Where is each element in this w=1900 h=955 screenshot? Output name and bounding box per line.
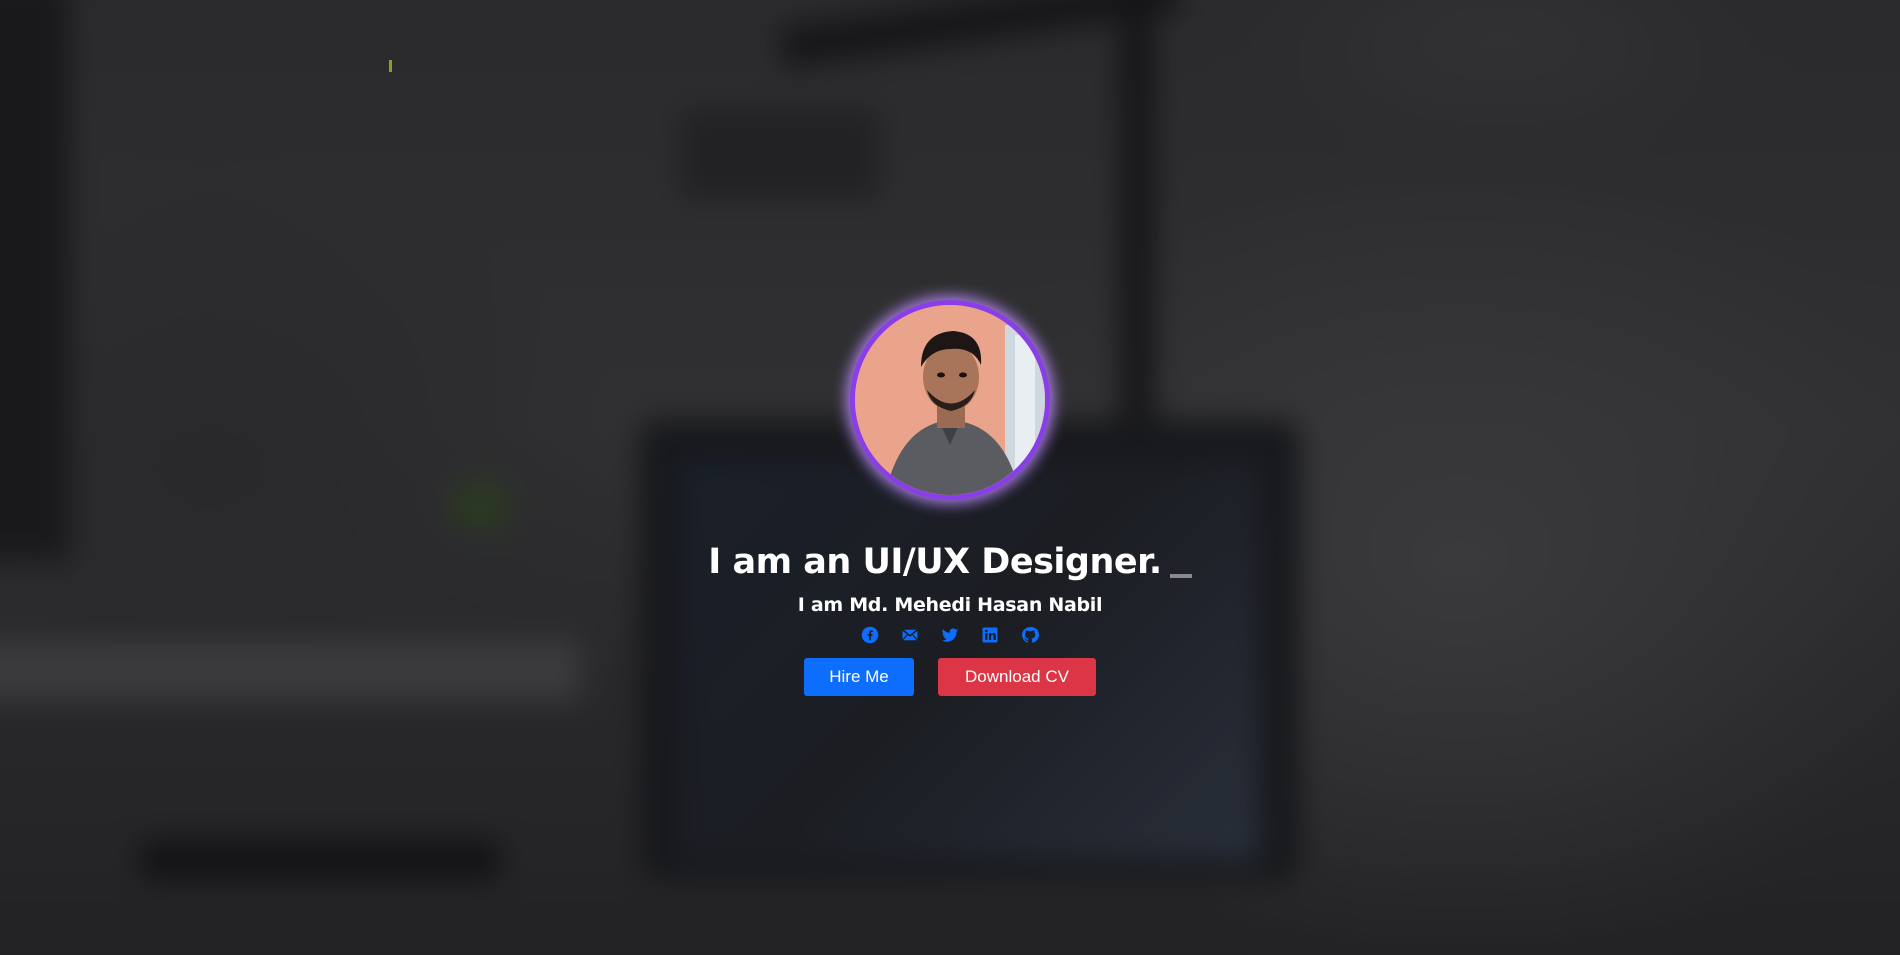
background-speck: [389, 60, 392, 72]
typing-cursor: [1169, 574, 1192, 578]
facebook-icon[interactable]: [861, 626, 879, 644]
github-icon[interactable]: [1021, 626, 1039, 644]
hire-me-button[interactable]: Hire Me: [804, 658, 914, 696]
avatar: [850, 300, 1050, 500]
twitter-icon[interactable]: [941, 626, 959, 644]
social-links: [861, 626, 1039, 644]
download-cv-button[interactable]: Download CV: [938, 658, 1096, 696]
headline: I am an UI/UX Designer.: [708, 538, 1192, 582]
avatar-photo: [855, 305, 1045, 495]
hero-content: I am an UI/UX Designer. I am Md. Mehedi …: [0, 300, 1900, 696]
cta-buttons: Hire Me Download CV: [804, 658, 1096, 696]
subtitle: I am Md. Mehedi Hasan Nabil: [797, 594, 1103, 616]
linkedin-icon[interactable]: [981, 626, 999, 644]
headline-text: I am an UI/UX Designer.: [708, 542, 1162, 582]
hero-section: I am an UI/UX Designer. I am Md. Mehedi …: [0, 0, 1900, 955]
mail-icon[interactable]: [901, 626, 919, 644]
